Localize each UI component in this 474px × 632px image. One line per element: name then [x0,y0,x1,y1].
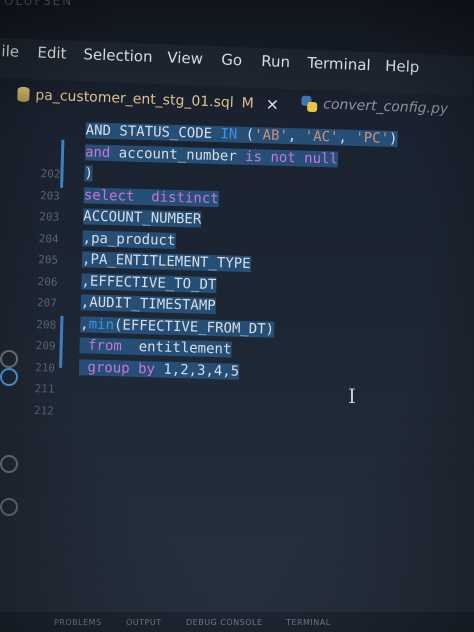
code-token: select [83,186,135,205]
code-token: ACCOUNT_NUMBER [83,208,202,228]
bezel-brand: OLUFSEN [4,0,74,8]
line-number: 203 [39,210,60,224]
line-number: 206 [37,274,58,289]
tab-py-file[interactable]: convert_config.py [301,96,449,118]
code-text: ,PA_ENTITLEMENT_TYPE [81,251,251,273]
code-token: (EFFECTIVE_FROM_DT) [113,316,275,338]
line-number: 202 [40,167,61,181]
menu-edit[interactable]: Edit [37,43,67,62]
code-text: ,min(EFFECTIVE_FROM_DT) [80,315,275,338]
debug-icon[interactable] [0,350,18,368]
code-text: ) [84,165,94,182]
code-token: group by [87,359,156,377]
panel-tab-debug[interactable]: DEBUG CONSOLE [186,618,263,627]
line-number [28,124,62,125]
code-token: ,pa_product [82,229,176,249]
code-token: , [338,129,356,146]
code-text: group by 1,2,3,4,5 [78,358,240,380]
code-token: 'PC' [355,129,390,147]
history-icon[interactable] [0,368,18,386]
code-token: 1,2,3,4,5 [154,360,240,380]
code-token: ,PA_ENTITLEMENT_TYPE [81,251,251,273]
line-number: 203 [39,188,61,203]
code-text: from entitlement [79,337,232,358]
code-token: min [88,316,115,333]
panel-tab-problems[interactable]: PROBLEMS [54,618,102,627]
code-text: ,EFFECTIVE_TO_DT [81,272,217,293]
code-text: ,AUDIT_TIMESTAMP [80,294,216,315]
close-tab-icon[interactable]: × [265,94,279,114]
code-token: IN [220,126,238,143]
code-token: ,EFFECTIVE_TO_DT [81,272,217,293]
line-number: 208 [36,317,57,332]
code-token: ) [388,130,398,148]
code-token: and [84,143,111,161]
line-number: 212 [33,403,55,418]
code-token: from [87,337,123,355]
text-cursor-icon: I [348,384,356,408]
code-text: ACCOUNT_NUMBER [83,208,202,228]
code-token: is not null [244,148,339,167]
code-token: , [287,128,305,145]
line-number: 205 [38,253,59,267]
code-text: select distinct [83,186,219,207]
tab-py-file-label: convert_config.py [322,96,449,118]
menu-file[interactable]: ile [1,42,19,61]
panel-tab-output[interactable]: OUTPUT [126,618,162,627]
menu-view[interactable]: View [167,48,203,67]
remote-icon[interactable] [0,455,18,473]
code-token: AND STATUS_CODE [85,122,221,143]
menu-help[interactable]: Help [385,57,420,76]
database-icon [17,86,30,103]
menu-terminal[interactable]: Terminal [307,54,371,74]
line-number: 204 [38,231,59,246]
code-token: distinct [151,188,219,207]
extensions-icon[interactable] [0,498,18,516]
code-token: account_number [110,144,246,165]
code-token: 'AB' [253,127,289,145]
code-token: 'AC' [304,128,339,146]
menu-run[interactable]: Run [261,52,290,71]
menu-go[interactable]: Go [221,51,242,70]
line-number: 207 [36,296,58,310]
monitor-screen: OLUFSEN ile Edit Selection View Go Run T… [0,0,474,632]
code-editor[interactable]: AND STATUS_CODE IN ('AB', 'AC', 'PC') and… [0,118,474,631]
line-number [27,145,61,146]
tab-sql-file-label: pa_customer_ent_stg_01.sql [35,86,234,111]
line-number: 209 [35,339,56,353]
code-text: ,pa_product [82,229,176,249]
menu-selection[interactable]: Selection [83,45,153,66]
code-token: ) [84,165,94,182]
line-number: 211 [34,382,55,396]
python-icon [301,96,318,113]
line-number: 210 [35,360,56,375]
modified-indicator: M [241,94,255,112]
panel-tab-bar: PROBLEMS OUTPUT DEBUG CONSOLE TERMINAL [0,612,474,632]
code-token: ,AUDIT_TIMESTAMP [80,294,216,315]
code-token: ( [237,126,255,144]
tab-sql-file[interactable]: pa_customer_ent_stg_01.sql M × [17,85,280,114]
panel-tab-terminal[interactable]: TERMINAL [286,618,331,627]
code-token: entitlement [121,338,232,358]
